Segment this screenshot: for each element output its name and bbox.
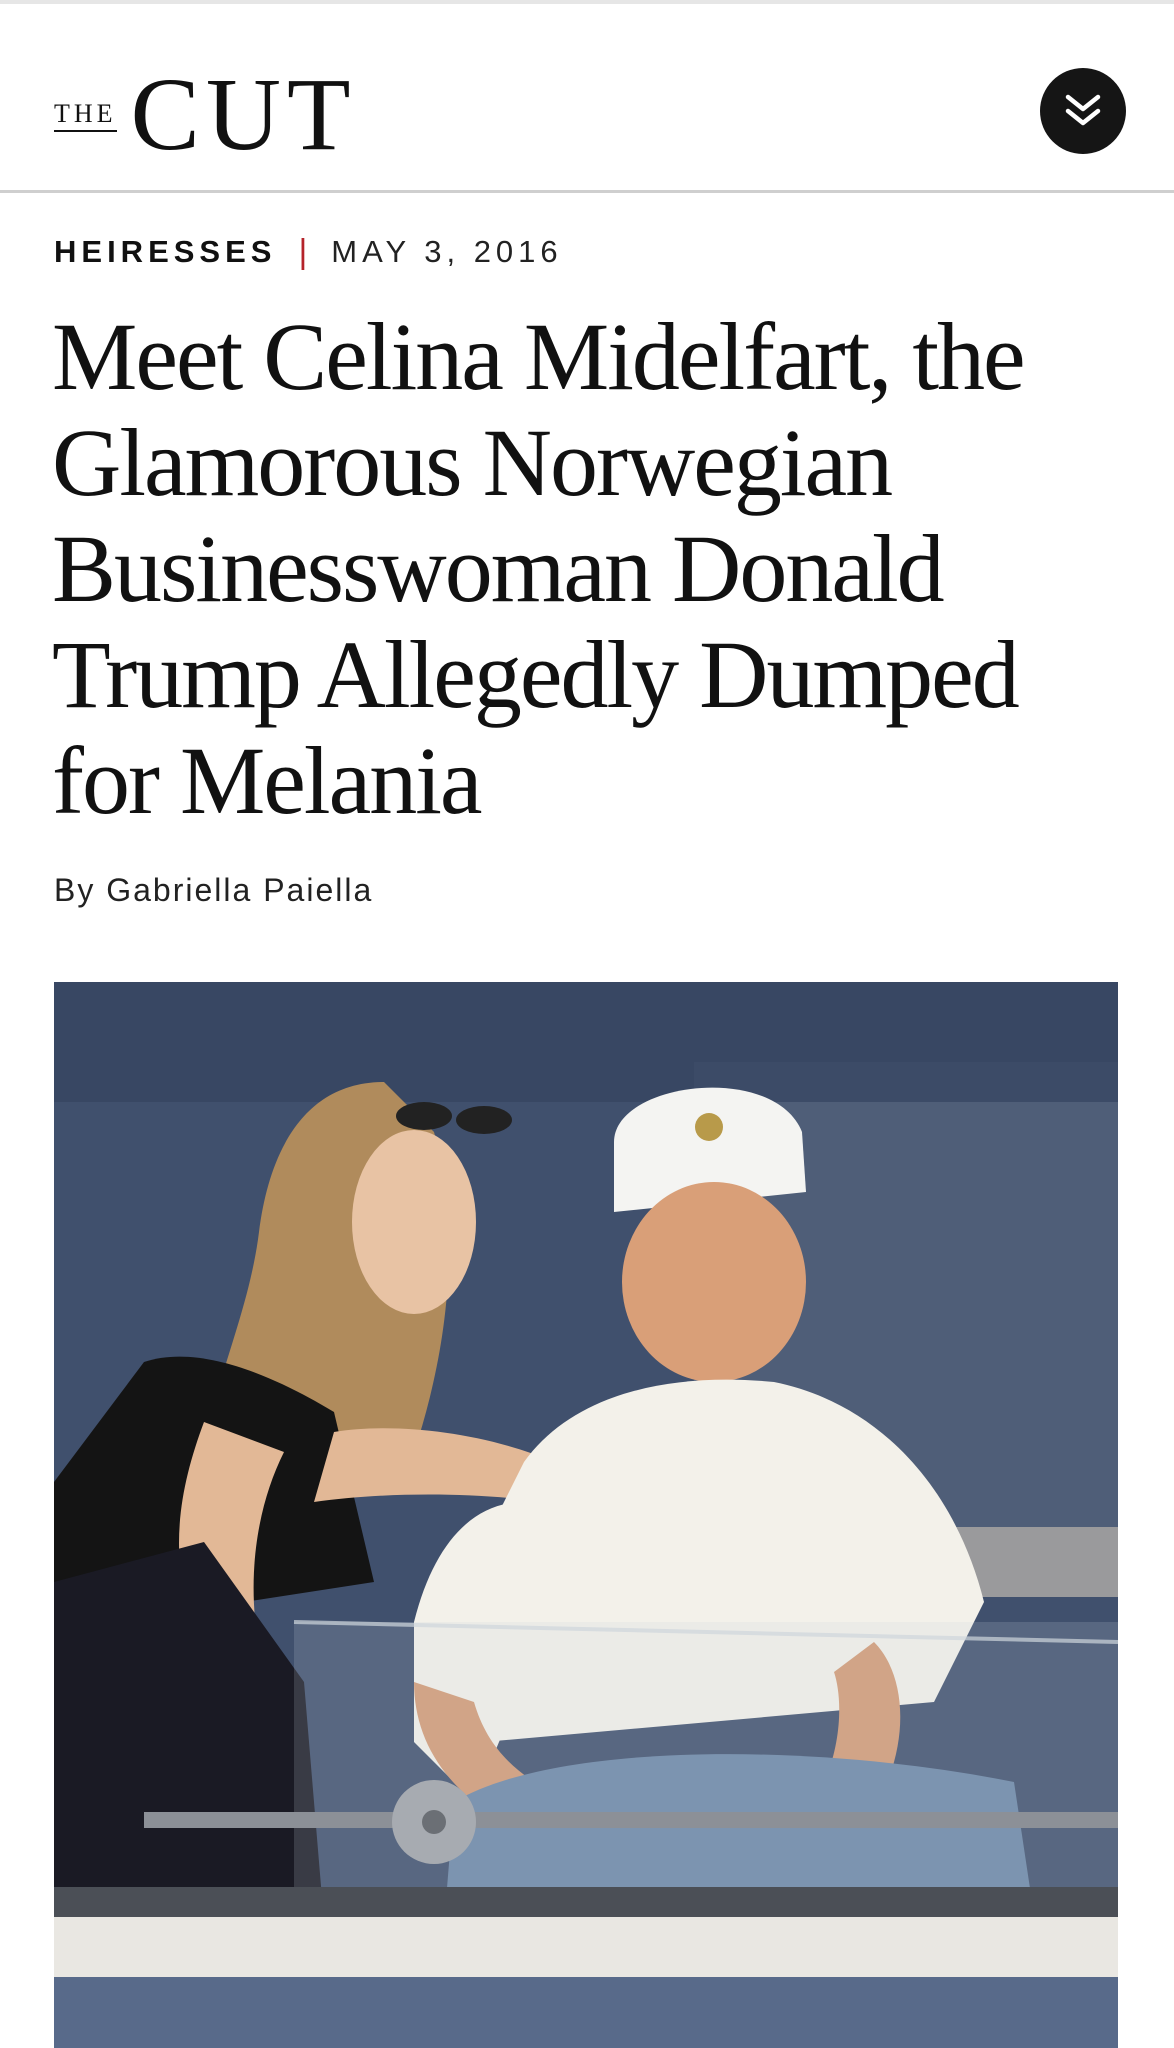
logo-cut-text: CUT	[130, 57, 357, 173]
article-headline: Meet Celina Midelfart, the Glamorous Nor…	[52, 303, 1026, 834]
hero-photo-illustration	[54, 982, 1118, 2048]
meta-separator: |	[298, 232, 308, 271]
double-chevron-down-icon	[1060, 89, 1106, 134]
publish-date: MAY 3, 2016	[331, 234, 563, 269]
byline[interactable]: By Gabriella Paiella	[54, 872, 373, 909]
menu-button[interactable]	[1040, 68, 1126, 154]
rubric-link[interactable]: HEIRESSES	[54, 234, 276, 270]
site-logo[interactable]: THE CUT	[54, 57, 357, 173]
site-header: THE CUT	[0, 4, 1174, 193]
hero-photo	[54, 982, 1118, 2048]
article-meta: HEIRESSES | MAY 3, 2016	[54, 232, 563, 272]
logo-the-text: THE	[54, 101, 117, 132]
